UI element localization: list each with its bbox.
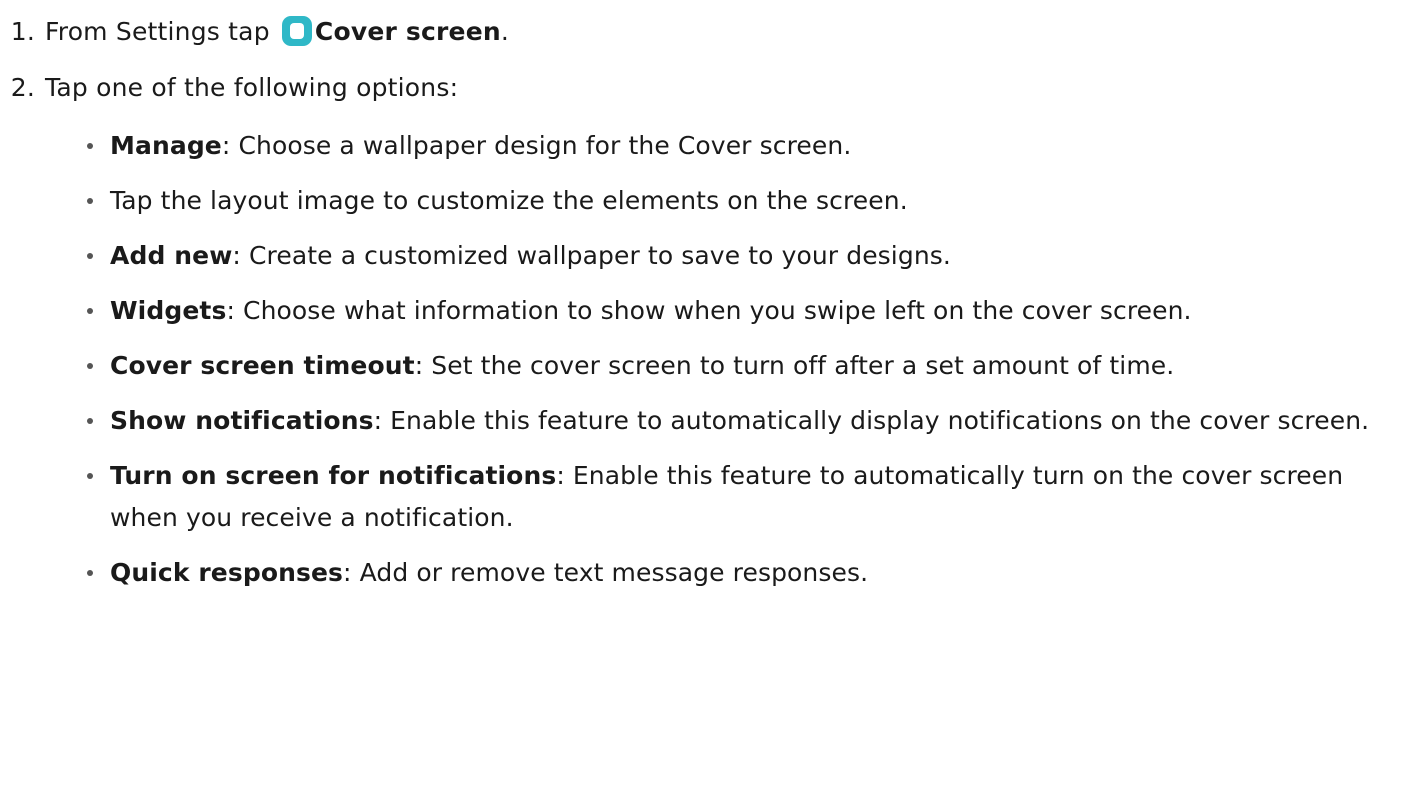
- list-item: Tap the layout image to customize the el…: [0, 180, 1413, 222]
- option-description: : Create a customized wallpaper to save …: [232, 241, 951, 270]
- list-item: Show notifications: Enable this feature …: [0, 400, 1413, 442]
- option-term: Cover screen timeout: [110, 351, 415, 380]
- list-item: Add new: Create a customized wallpaper t…: [0, 235, 1413, 277]
- step-suffix: .: [500, 17, 510, 46]
- step-2: 2. Tap one of the following options:: [0, 71, 458, 105]
- bullet-icon: [87, 363, 93, 369]
- options-list: Manage: Choose a wallpaper design for th…: [0, 125, 1413, 607]
- step-text: From Settings tap: [45, 17, 270, 46]
- option-term: Manage: [110, 131, 222, 160]
- option-description: : Add or remove text message responses.: [343, 558, 869, 587]
- option-description: : Enable this feature to automatically d…: [373, 406, 1370, 435]
- option-description: : Choose what information to show when y…: [226, 296, 1192, 325]
- step-number: 2.: [10, 73, 35, 102]
- list-item: Widgets: Choose what information to show…: [0, 290, 1413, 332]
- step-1: 1. From Settings tap Cover screen.: [0, 15, 509, 49]
- list-item: Quick responses: Add or remove text mess…: [0, 552, 1413, 594]
- option-description: : Choose a wallpaper design for the Cove…: [221, 131, 852, 160]
- step-text: Tap one of the following options:: [45, 73, 459, 102]
- step-number: 1.: [10, 17, 35, 46]
- option-term: Add new: [110, 241, 233, 270]
- option-term: Widgets: [110, 296, 227, 325]
- bullet-icon: [87, 198, 93, 204]
- option-description: : Set the cover screen to turn off after…: [414, 351, 1175, 380]
- cover-screen-link: Cover screen: [314, 17, 501, 46]
- option-description: Tap the layout image to customize the el…: [110, 186, 908, 215]
- list-item: Turn on screen for notifications: Enable…: [0, 455, 1413, 539]
- bullet-icon: [87, 253, 93, 259]
- list-item: Cover screen timeout: Set the cover scre…: [0, 345, 1413, 387]
- list-item: Manage: Choose a wallpaper design for th…: [0, 125, 1413, 167]
- bullet-icon: [87, 308, 93, 314]
- option-term: Turn on screen for notifications: [110, 461, 557, 490]
- bullet-icon: [87, 570, 93, 576]
- option-term: Show notifications: [110, 406, 374, 435]
- settings-cover-screen-icon: [281, 16, 312, 46]
- bullet-icon: [87, 473, 93, 479]
- document-page: 1. From Settings tap Cover screen. 2. Tap …: [0, 0, 1413, 810]
- bullet-icon: [87, 143, 93, 149]
- option-term: Quick responses: [110, 558, 344, 587]
- bullet-icon: [87, 418, 93, 424]
